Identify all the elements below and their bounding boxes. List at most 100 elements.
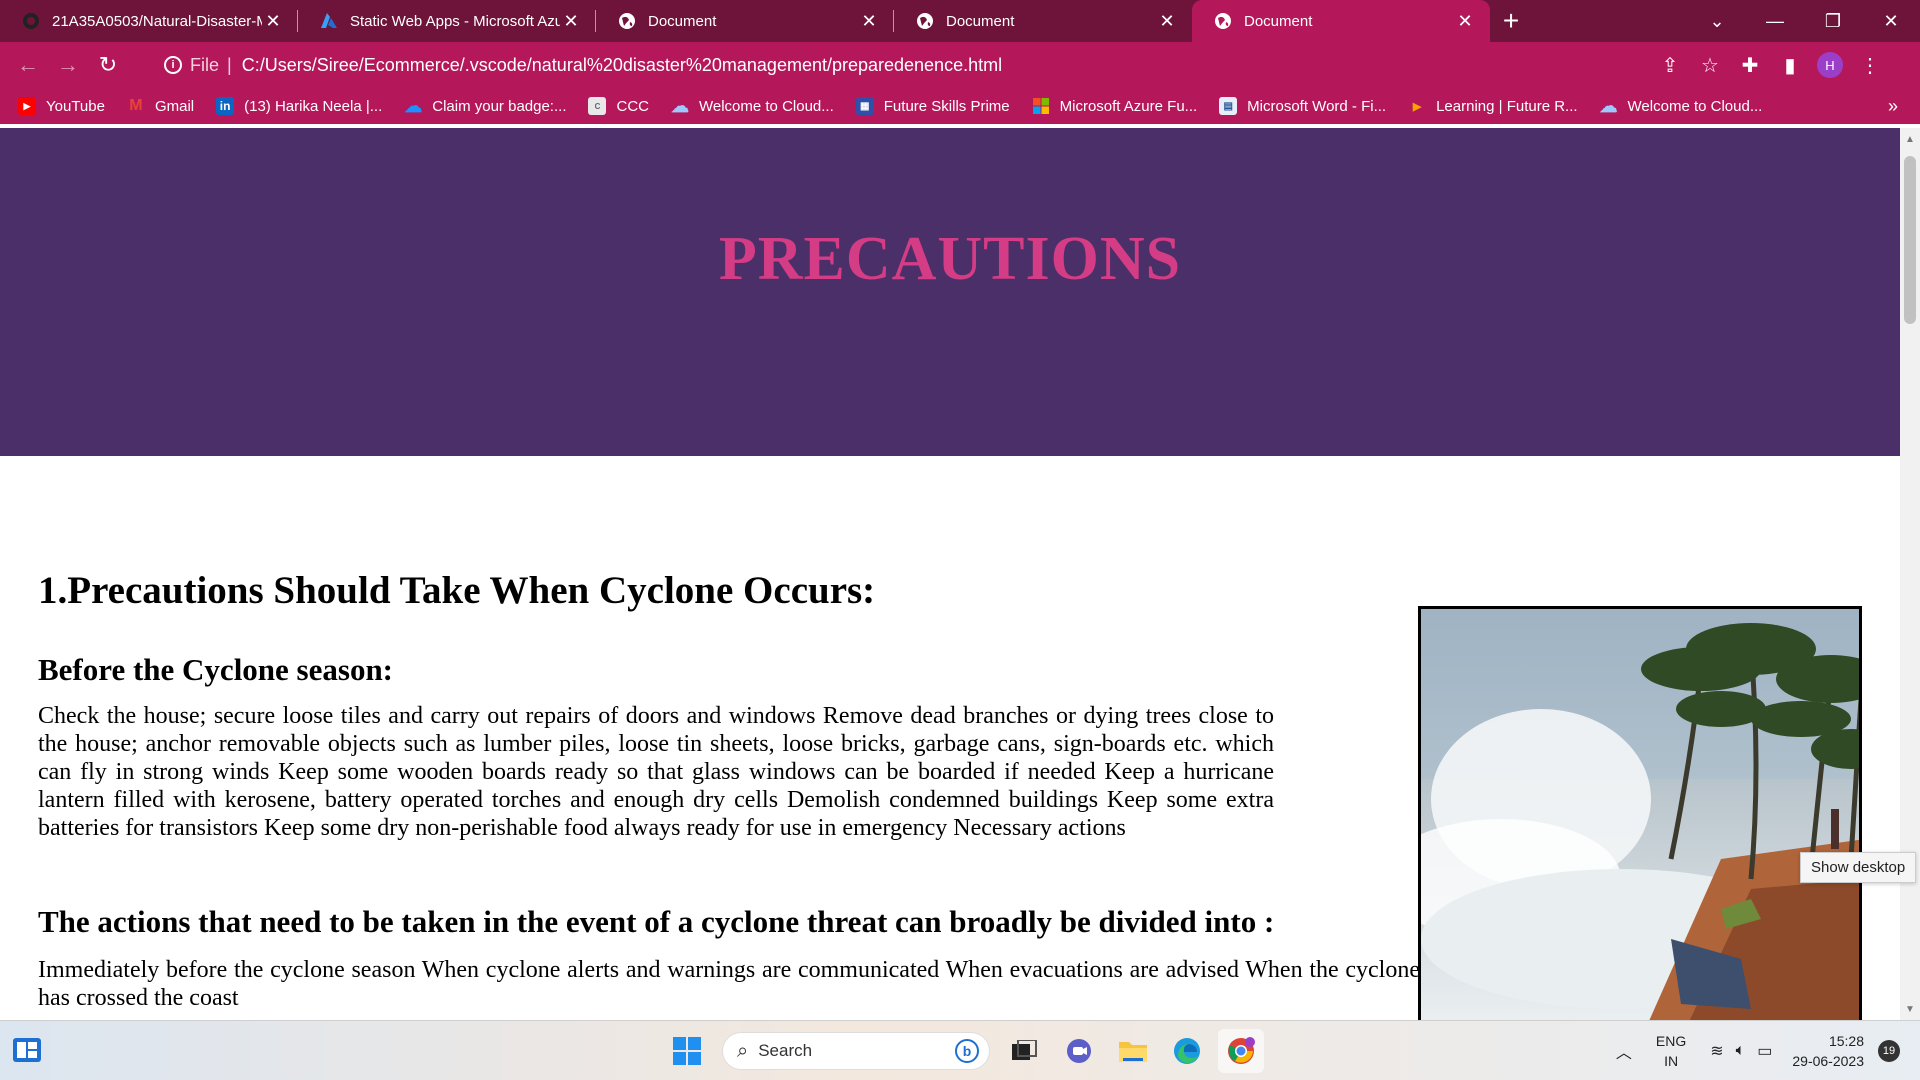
tray-overflow-chevron-icon[interactable]: ︿ (1616, 1039, 1632, 1063)
close-tab-icon[interactable]: ✕ (560, 10, 582, 32)
globe-icon (1214, 12, 1232, 30)
restore-button[interactable]: ❐ (1804, 0, 1862, 42)
subheading-before-season: Before the Cyclone season: (38, 652, 394, 687)
back-arrow-icon[interactable]: ← (8, 45, 48, 85)
task-view-icon[interactable] (1002, 1029, 1048, 1073)
page-viewport: PRECAUTIONS 1.Precautions Should Take Wh… (0, 128, 1920, 1020)
forward-arrow-icon[interactable]: → (48, 45, 88, 85)
hero-banner: PRECAUTIONS (0, 128, 1900, 456)
bookmark-label: Microsoft Word - Fi... (1247, 97, 1387, 115)
bookmark-welcome-cloud-2[interactable]: ☁ Welcome to Cloud... (1599, 95, 1763, 116)
extensions-puzzle-icon[interactable]: ✚ (1730, 45, 1770, 85)
windows-taskbar: ⌕ Search b ︿ ENG IN ≋ 🔈︎ ▭ 15:28 29-06-2… (0, 1020, 1920, 1080)
new-tab-button[interactable]: + (1490, 0, 1532, 42)
bookmark-label: Gmail (154, 97, 195, 115)
calendar-icon: ▦ (855, 97, 874, 115)
widgets-icon[interactable] (12, 1035, 42, 1065)
taskbar-apps: ⌕ Search b (660, 1029, 1268, 1073)
subheading-actions: The actions that need to be taken in the… (38, 904, 1275, 939)
edge-browser-icon[interactable] (1164, 1029, 1210, 1073)
info-icon[interactable]: i (164, 56, 182, 74)
bookmark-learning-future[interactable]: ▶ Learning | Future R... (1408, 97, 1578, 115)
globe-icon (916, 12, 934, 30)
bookmark-linkedin[interactable]: in (13) Harika Neela |... (216, 97, 382, 115)
tab-azure[interactable]: Static Web Apps - Microsoft Azur ✕ (298, 0, 596, 42)
tab-title: Document (946, 12, 1015, 30)
tab-search-chevron-icon[interactable]: ⌄ (1688, 0, 1746, 42)
address-bar[interactable]: i File | C:/Users/Siree/Ecommerce/.vscod… (136, 48, 1642, 82)
reload-icon[interactable]: ↻ (88, 45, 128, 85)
cyclone-photo (1418, 606, 1862, 1020)
bookmark-gmail[interactable]: M Gmail (127, 97, 194, 115)
clock-time: 15:28 (1828, 1033, 1864, 1049)
close-tab-icon[interactable]: ✕ (262, 10, 284, 32)
bookmark-label: CCC (616, 97, 649, 115)
cloud-outline-icon: ☁ (1599, 95, 1618, 116)
toolbar-actions: ⇪ ☆ ✚ ▮ H ⋮ (1650, 45, 1890, 85)
azure-icon (320, 12, 338, 30)
profile-avatar[interactable]: H (1817, 52, 1843, 78)
more-bookmarks-icon[interactable]: » (1888, 96, 1898, 117)
bookmark-label: Learning | Future R... (1436, 97, 1578, 115)
chrome-browser-icon[interactable] (1218, 1029, 1264, 1073)
scroll-down-arrow-icon[interactable]: ▼ (1900, 1000, 1920, 1018)
bookmark-microsoft-word[interactable]: ▤ Microsoft Word - Fi... (1219, 97, 1386, 115)
tab-document-active[interactable]: Document ✕ (1192, 0, 1490, 42)
bookmark-label: YouTube (46, 97, 105, 115)
region-code: IN (1664, 1053, 1679, 1069)
file-explorer-icon[interactable] (1110, 1029, 1156, 1073)
volume-icon[interactable]: 🔈︎ (1736, 1042, 1746, 1060)
side-panel-icon[interactable]: ▮ (1770, 45, 1810, 85)
github-icon (22, 12, 40, 30)
bookmark-ccc[interactable]: C CCC (588, 97, 649, 115)
bookmark-label: Microsoft Azure Fu... (1059, 97, 1198, 115)
microsoft-icon (1032, 97, 1050, 115)
browser-toolbar: ← → ↻ i File | C:/Users/Siree/Ecommerce/… (0, 42, 1920, 88)
bookmark-youtube[interactable]: ▶ YouTube (18, 97, 105, 115)
bookmark-azure-fundamentals[interactable]: Microsoft Azure Fu... (1032, 97, 1198, 115)
paragraph-actions: Immediately before the cyclone season Wh… (38, 957, 1420, 1011)
close-tab-icon[interactable]: ✕ (1156, 10, 1178, 32)
bookmark-future-skills[interactable]: ▦ Future Skills Prime (855, 97, 1010, 115)
start-windows-icon[interactable] (664, 1029, 710, 1073)
language-indicator[interactable]: ENG IN (1656, 1031, 1686, 1071)
bookmark-star-icon[interactable]: ☆ (1690, 45, 1730, 85)
bookmark-label: (13) Harika Neela |... (244, 97, 383, 115)
close-tab-icon[interactable]: ✕ (1454, 10, 1476, 32)
clock-date: 29-06-2023 (1792, 1053, 1864, 1069)
tab-document-2[interactable]: Document ✕ (894, 0, 1192, 42)
show-desktop-tooltip: Show desktop (1800, 852, 1917, 883)
scroll-up-arrow-icon[interactable]: ▲ (1900, 130, 1920, 148)
taskbar-search-input[interactable]: ⌕ Search b (722, 1032, 990, 1070)
wifi-icon[interactable]: ≋ (1710, 1041, 1723, 1061)
bookmark-label: Welcome to Cloud... (1627, 97, 1763, 115)
tab-title: 21A35A0503/Natural-Disaster-M (52, 12, 262, 30)
tab-title: Static Web Apps - Microsoft Azur (350, 12, 560, 30)
url-text[interactable]: C:/Users/Siree/Ecommerce/.vscode/natural… (242, 55, 1002, 76)
tab-document-1[interactable]: Document ✕ (596, 0, 894, 42)
search-icon: ⌕ (737, 1039, 749, 1062)
bing-icon[interactable]: b (955, 1039, 979, 1063)
battery-icon[interactable]: ▭ (1757, 1041, 1772, 1061)
bookmark-welcome-cloud-1[interactable]: ☁ Welcome to Cloud... (671, 96, 834, 116)
teams-chat-icon[interactable] (1056, 1029, 1102, 1073)
url-divider: | (227, 54, 232, 75)
bookmarks-bar: ▶ YouTube M Gmail in (13) Harika Neela |… (0, 88, 1920, 124)
tab-github[interactable]: 21A35A0503/Natural-Disaster-M ✕ (0, 0, 298, 42)
minimize-button[interactable]: — (1746, 0, 1804, 42)
bookmark-label: Claim your badge:... (432, 97, 567, 115)
play-icon: ▶ (1412, 100, 1422, 113)
share-icon[interactable]: ⇪ (1650, 45, 1690, 85)
scrollbar-thumb[interactable] (1904, 156, 1916, 324)
youtube-icon: ▶ (18, 97, 36, 115)
bookmark-claim-badge[interactable]: ☁ Claim your badge:... (404, 96, 567, 116)
menu-kebab-icon[interactable]: ⋮ (1850, 45, 1890, 85)
clock[interactable]: 15:28 29-06-2023 (1792, 1031, 1864, 1071)
close-window-button[interactable]: ✕ (1862, 0, 1920, 42)
notification-badge[interactable]: 19 (1878, 1040, 1900, 1062)
page-scrollbar[interactable]: ▲ ▼ (1900, 128, 1920, 1020)
page-title: PRECAUTIONS (718, 225, 1182, 293)
gmail-icon: M (129, 97, 143, 114)
browser-tab-strip: 21A35A0503/Natural-Disaster-M ✕ Static W… (0, 0, 1920, 42)
close-tab-icon[interactable]: ✕ (858, 10, 880, 32)
